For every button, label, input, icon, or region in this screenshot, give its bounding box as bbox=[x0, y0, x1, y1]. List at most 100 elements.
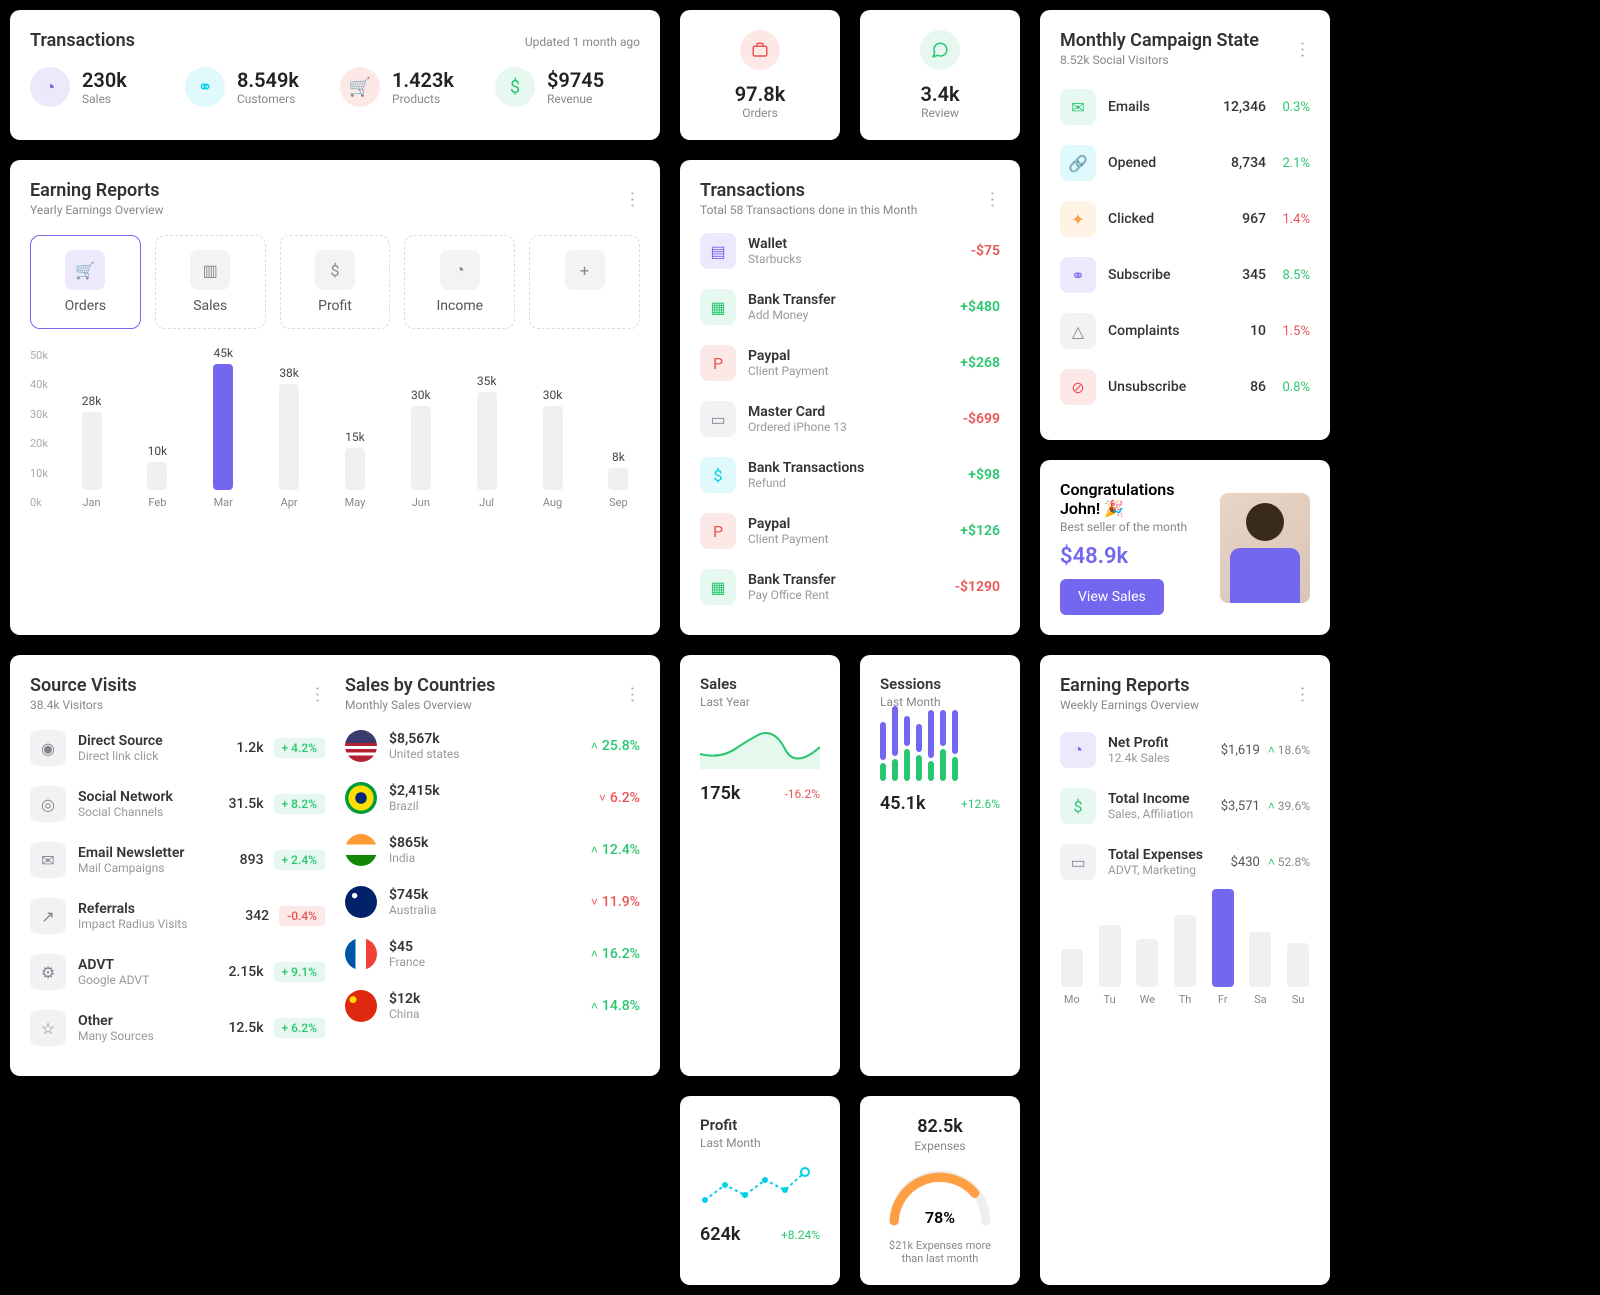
earn-tab-add[interactable]: + bbox=[529, 235, 640, 329]
campaign-value: 86 bbox=[1210, 379, 1266, 395]
transaction-desc: Refund bbox=[748, 476, 968, 490]
country-amount: $12k bbox=[389, 991, 591, 1007]
bar-col: 15k May bbox=[333, 430, 376, 509]
source-name: Social Network bbox=[78, 789, 228, 805]
link-icon: 🔗 bbox=[1060, 145, 1096, 181]
view-sales-button[interactable]: View Sales bbox=[1060, 579, 1164, 615]
source-value: 1.2k bbox=[236, 740, 263, 756]
alert-icon: △ bbox=[1060, 313, 1096, 349]
country-row: $865kIndia ˄12.4% bbox=[345, 824, 640, 876]
bar-category: Feb bbox=[148, 496, 166, 509]
stat-value: 8.549k bbox=[237, 68, 299, 92]
dollar-icon: $ bbox=[315, 250, 355, 290]
menu-dots-icon[interactable]: ⋯ bbox=[1292, 686, 1313, 702]
paypal-icon: P bbox=[700, 345, 736, 381]
chat-icon bbox=[920, 30, 960, 70]
menu-dots-icon[interactable]: ⋯ bbox=[982, 191, 1003, 207]
country-pct: ˄12.4% bbox=[591, 842, 640, 858]
yearly-bar-chart: 50k40k30k20k10k0k 28k Jan 10k Feb 45k Ma… bbox=[30, 349, 640, 529]
earn-tab-orders[interactable]: 🛒 Orders bbox=[30, 235, 141, 329]
transactions-updated: Updated 1 month ago bbox=[525, 35, 640, 49]
transaction-row: P PaypalClient Payment +$268 bbox=[700, 335, 1000, 391]
expenses-pct: 78% bbox=[885, 1208, 995, 1227]
trans-month-title: Transactions bbox=[700, 180, 917, 201]
source-pct-badge: + 4.2% bbox=[274, 738, 325, 758]
country-amount: $865k bbox=[389, 835, 591, 851]
country-row: $8,567kUnited states ˄25.8% bbox=[345, 720, 640, 772]
earn-tab-profit[interactable]: $ Profit bbox=[280, 235, 391, 329]
bar bbox=[608, 468, 628, 490]
transaction-row: ▦ Bank TransferAdd Money +$480 bbox=[700, 279, 1000, 335]
mail-icon: ✉ bbox=[1060, 89, 1096, 125]
source-value: 12.5k bbox=[228, 1020, 263, 1036]
weekly-row: ◔ Net Profit12.4k Sales $1,619 ˄ 18.6% bbox=[1060, 722, 1310, 778]
pie-icon: ◔ bbox=[1060, 732, 1096, 768]
stat-value: 230k bbox=[82, 68, 127, 92]
weekly-pct: ˄ 39.6% bbox=[1268, 799, 1310, 813]
transaction-name: Wallet bbox=[748, 236, 971, 252]
campaign-pct: 1.5% bbox=[1266, 324, 1310, 339]
trans-month-sub: Total 58 Transactions done in this Month bbox=[700, 203, 917, 217]
source-pct-badge: + 9.1% bbox=[274, 962, 325, 982]
transaction-row: ▤ WalletStarbucks -$75 bbox=[700, 223, 1000, 279]
wallet-icon: ▤ bbox=[700, 233, 736, 269]
menu-dots-icon[interactable]: ⋯ bbox=[307, 686, 328, 702]
transaction-desc: Client Payment bbox=[748, 364, 960, 378]
bar-value-label: 38k bbox=[279, 366, 299, 380]
transaction-amount: +$480 bbox=[960, 299, 1000, 315]
bar bbox=[411, 406, 431, 490]
menu-dots-icon[interactable]: ⋯ bbox=[1292, 41, 1313, 57]
campaign-title: Monthly Campaign State bbox=[1060, 30, 1259, 51]
countries-sub: Monthly Sales Overview bbox=[345, 698, 495, 712]
week-bar bbox=[1099, 925, 1121, 987]
campaign-label: Complaints bbox=[1108, 323, 1210, 339]
campaign-label: Subscribe bbox=[1108, 267, 1210, 283]
transaction-name: Paypal bbox=[748, 516, 960, 532]
transaction-desc: Pay Office Rent bbox=[748, 588, 955, 602]
orders-mini-value: 97.8k bbox=[700, 82, 820, 106]
weekly-desc: Sales, Affiliation bbox=[1108, 807, 1221, 821]
transaction-amount: -$699 bbox=[963, 411, 1000, 427]
briefcase-icon bbox=[740, 30, 780, 70]
bar-icon: ▥ bbox=[190, 250, 230, 290]
bar-category: Apr bbox=[281, 496, 298, 509]
bar bbox=[543, 406, 563, 490]
review-mini-card: 3.4k Review bbox=[860, 10, 1020, 140]
country-row: $45France ˄16.2% bbox=[345, 928, 640, 980]
bar-col: 30k Jun bbox=[399, 388, 442, 509]
menu-dots-icon[interactable]: ⋯ bbox=[622, 191, 643, 207]
dollar-icon: $ bbox=[1060, 788, 1096, 824]
source-row: ✉ Email NewsletterMail Campaigns 893 + 2… bbox=[30, 832, 325, 888]
ext-icon: ↗ bbox=[30, 898, 66, 934]
campaign-label: Emails bbox=[1108, 99, 1210, 115]
bar bbox=[147, 462, 167, 490]
bar bbox=[213, 364, 233, 490]
mouse-icon: ✦ bbox=[1060, 201, 1096, 237]
country-amount: $8,567k bbox=[389, 731, 591, 747]
expenses-gauge: 78% bbox=[885, 1163, 995, 1233]
transaction-row: ▭ Master CardOrdered iPhone 13 -$699 bbox=[700, 391, 1000, 447]
sales-spark-pct: -16.2% bbox=[784, 787, 820, 801]
source-name: Other bbox=[78, 1013, 228, 1029]
bank-icon: ▦ bbox=[700, 289, 736, 325]
source-row: ⚙ ADVTGoogle ADVT 2.15k + 9.1% bbox=[30, 944, 325, 1000]
source-pct-badge: -0.4% bbox=[279, 906, 325, 926]
source-row: ☆ OtherMany Sources 12.5k + 6.2% bbox=[30, 1000, 325, 1056]
country-amount: $2,415k bbox=[389, 783, 599, 799]
bar-value-label: 15k bbox=[345, 430, 365, 444]
source-desc: Google ADVT bbox=[78, 973, 228, 987]
earn-tab-income[interactable]: ◔ Income bbox=[404, 235, 515, 329]
week-bar-col: Th bbox=[1173, 915, 1197, 1006]
cart-icon: 🛒 bbox=[65, 250, 105, 290]
bar-col: 10k Feb bbox=[136, 444, 179, 509]
earn-tab-sales[interactable]: ▥ Sales bbox=[155, 235, 266, 329]
campaign-label: Clicked bbox=[1108, 211, 1210, 227]
profit-value: 624k bbox=[700, 1224, 740, 1245]
source-name: ADVT bbox=[78, 957, 228, 973]
campaign-row: ⚭ Subscribe 345 8.5% bbox=[1060, 247, 1310, 303]
source-pct-badge: + 2.4% bbox=[274, 850, 325, 870]
menu-dots-icon[interactable]: ⋯ bbox=[622, 686, 643, 702]
country-pct: ˄25.8% bbox=[591, 738, 640, 754]
country-name: Brazil bbox=[389, 799, 599, 813]
week-bar bbox=[1174, 915, 1196, 987]
